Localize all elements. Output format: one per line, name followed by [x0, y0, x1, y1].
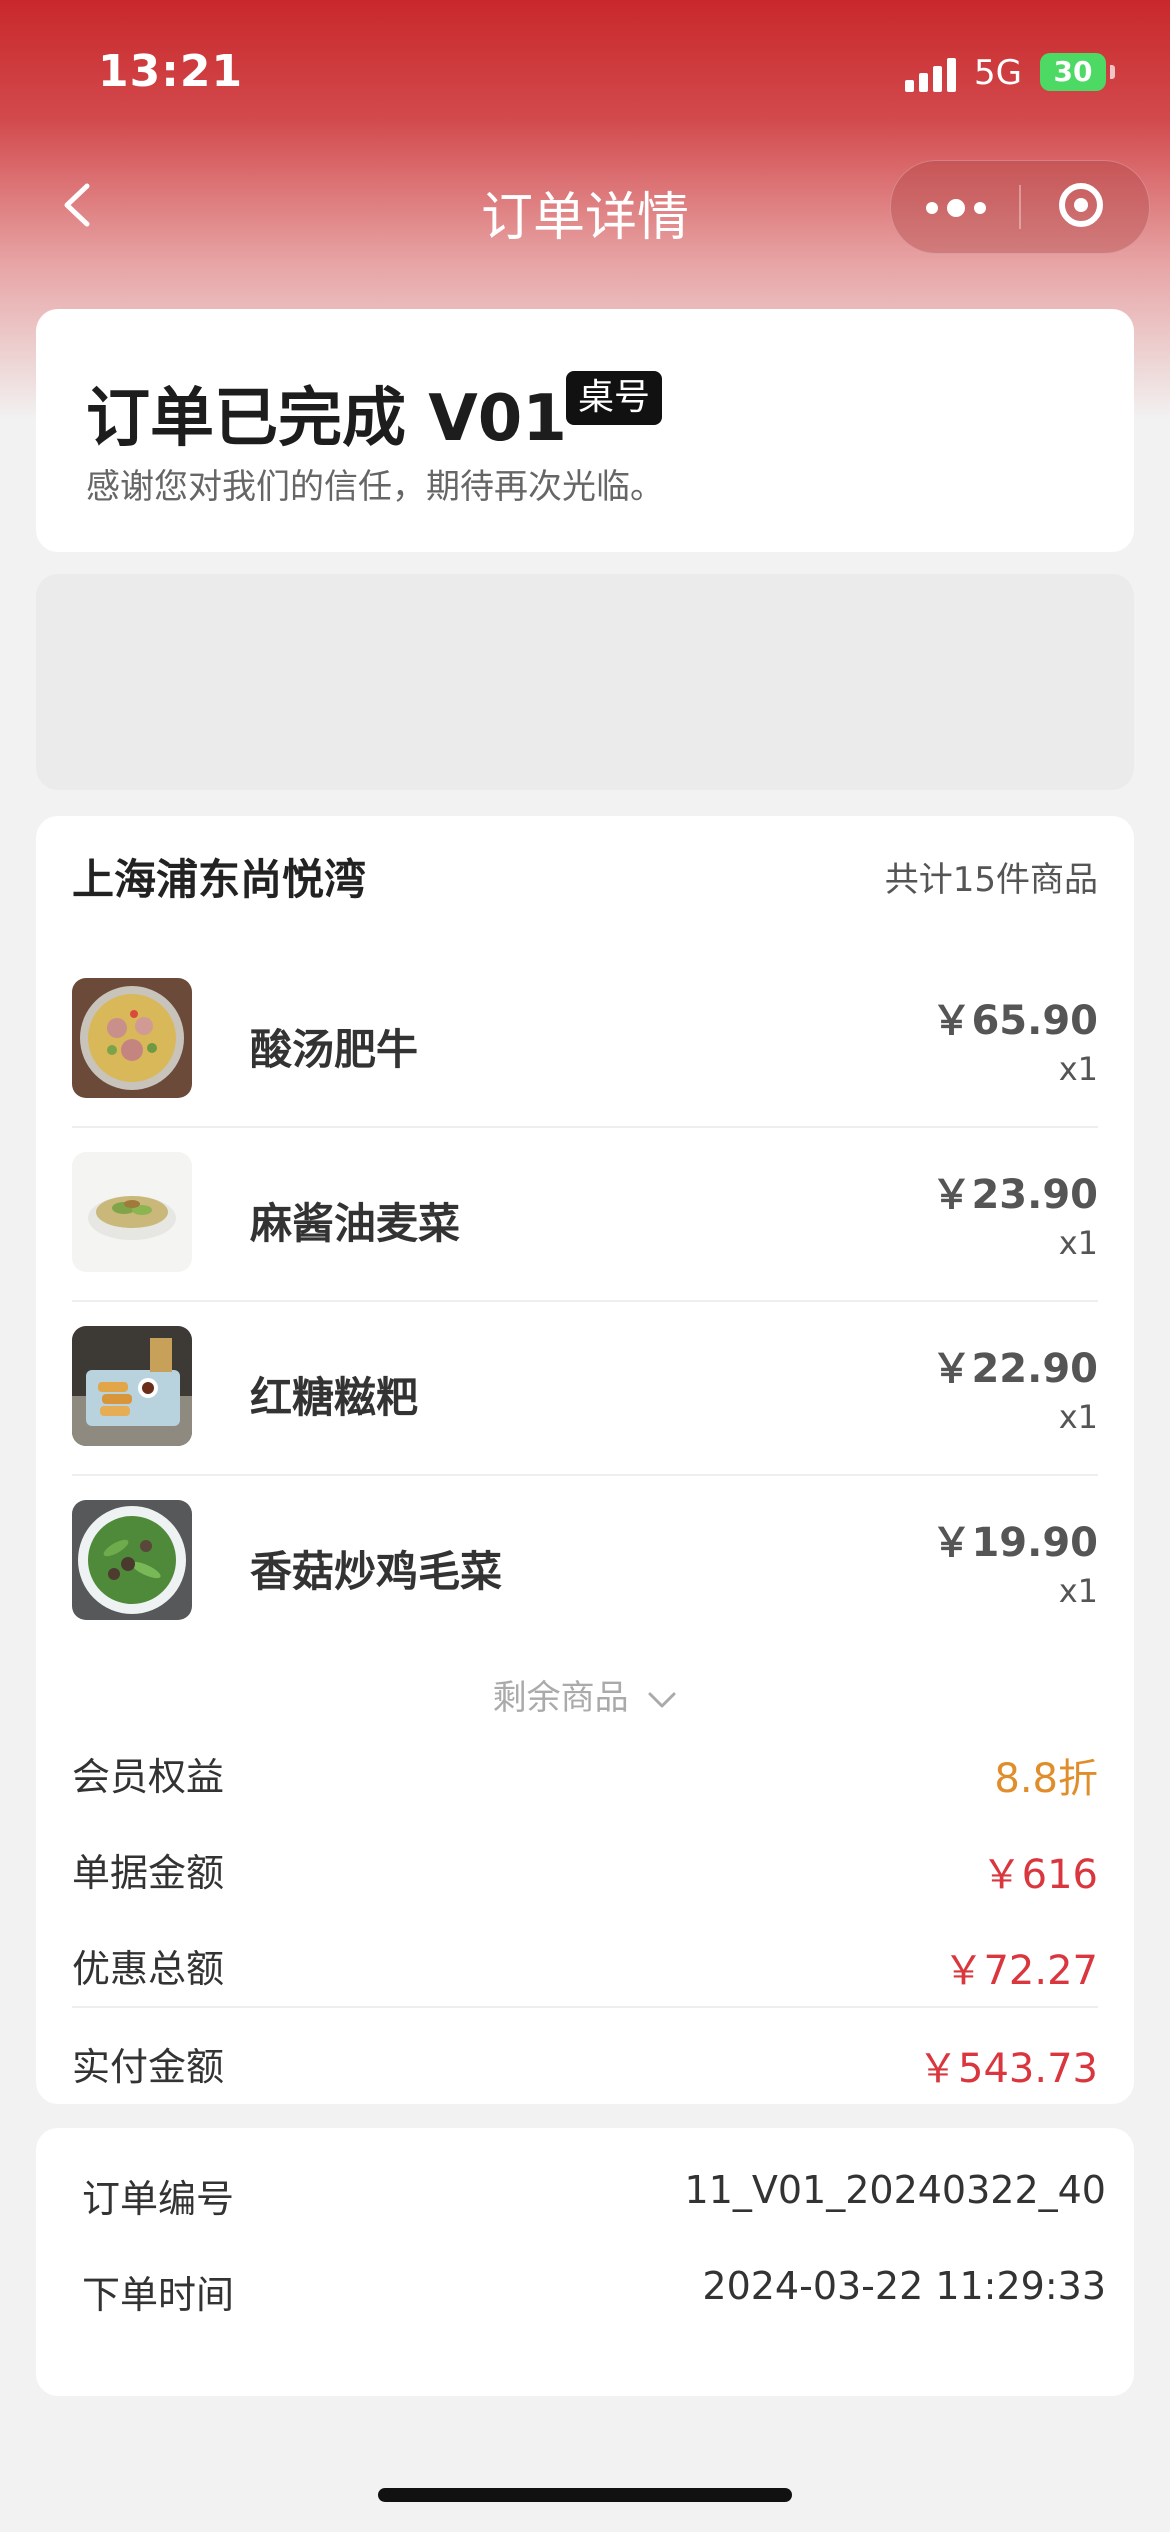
bill-amount-label: 单据金额	[72, 1851, 225, 1895]
store-name: 上海浦东尚悦湾	[72, 855, 367, 904]
dish-name: 香菇炒鸡毛菜	[250, 1547, 503, 1596]
dish-quantity: x1	[1058, 1050, 1098, 1088]
member-benefit-value: 8.8折	[994, 1756, 1098, 1802]
discount-total-value: ￥72.27	[943, 1948, 1098, 1994]
dish-price: ￥23.90	[931, 1172, 1098, 1218]
order-status-subtitle: 感谢您对我们的信任，期待再次光临。	[86, 467, 664, 507]
bill-amount-row: 单据金额 ￥616	[72, 1834, 1098, 1898]
order-items-card: 上海浦东尚悦湾 共计15件商品 酸汤肥牛 ￥65.90 x1 麻酱油麦菜 ￥23…	[36, 816, 1134, 2104]
capsule-divider	[1019, 185, 1021, 229]
dish-price: ￥22.90	[931, 1346, 1098, 1392]
status-time: 13:21	[98, 46, 244, 97]
table-badge: 桌号	[566, 371, 663, 425]
member-benefit-label: 会员权益	[72, 1755, 225, 1799]
network-label: 5G	[974, 53, 1022, 93]
dish-name: 麻酱油麦菜	[250, 1199, 461, 1248]
signal-icon	[905, 58, 959, 92]
home-indicator[interactable]	[378, 2488, 792, 2502]
order-info-card: 订单编号 11_V01_20240322_40 下单时间 2024-03-22 …	[36, 2128, 1134, 2396]
order-time-label: 下单时间	[82, 2273, 235, 2317]
battery-cap	[1110, 65, 1115, 79]
loading-placeholder	[36, 574, 1134, 790]
mini-program-capsule	[890, 160, 1150, 254]
list-item[interactable]: 麻酱油麦菜 ￥23.90 x1	[72, 1128, 1098, 1302]
paid-amount-value: ￥543.73	[918, 2046, 1098, 2092]
list-item[interactable]: 香菇炒鸡毛菜 ￥19.90 x1	[72, 1476, 1098, 1650]
show-remaining-items-button[interactable]: 剩余商品	[36, 1670, 1134, 1719]
bill-amount-value: ￥616	[981, 1852, 1098, 1898]
dish-image	[72, 978, 192, 1098]
member-benefit-row: 会员权益 8.8折	[72, 1738, 1098, 1802]
battery-icon: 30	[1040, 53, 1106, 91]
dish-price: ￥19.90	[931, 1520, 1098, 1566]
list-item[interactable]: 酸汤肥牛 ￥65.90 x1	[72, 954, 1098, 1128]
dish-price: ￥65.90	[931, 998, 1098, 1044]
discount-total-label: 优惠总额	[72, 1947, 225, 1991]
order-number-row: 订单编号 11_V01_20240322_40	[82, 2168, 1106, 2228]
chevron-down-icon	[648, 1692, 676, 1707]
dish-quantity: x1	[1058, 1398, 1098, 1436]
item-total-count: 共计15件商品	[884, 860, 1098, 900]
order-time-value: 2024-03-22 11:29:33	[702, 2264, 1106, 2308]
discount-total-row: 优惠总额 ￥72.27	[72, 1930, 1098, 1994]
dish-name: 红糖糍粑	[250, 1373, 419, 1422]
show-remaining-label: 剩余商品	[492, 1678, 629, 1718]
dish-quantity: x1	[1058, 1572, 1098, 1610]
dish-quantity: x1	[1058, 1224, 1098, 1262]
dish-image	[72, 1152, 192, 1272]
dish-image	[72, 1500, 192, 1620]
status-bar: 13:21 5G 30	[0, 0, 1170, 150]
order-status-title: 订单已完成 V01	[86, 382, 567, 456]
order-status-card: 订单已完成 V01 桌号 感谢您对我们的信任，期待再次光临。	[36, 309, 1134, 552]
order-number-label: 订单编号	[82, 2177, 235, 2221]
dish-image	[72, 1326, 192, 1446]
list-item[interactable]: 红糖糍粑 ￥22.90 x1	[72, 1302, 1098, 1476]
paid-amount-row: 实付金额 ￥543.73	[72, 2028, 1098, 2092]
divider	[72, 2006, 1098, 2008]
nav-bar: 订单详情	[0, 150, 1170, 265]
order-time-row: 下单时间 2024-03-22 11:29:33	[82, 2264, 1106, 2324]
target-icon[interactable]	[1059, 183, 1103, 227]
order-number-value[interactable]: 11_V01_20240322_40	[685, 2168, 1106, 2212]
dish-name: 酸汤肥牛	[250, 1025, 419, 1074]
more-dots-icon[interactable]	[926, 187, 986, 227]
paid-amount-label: 实付金额	[72, 2045, 225, 2089]
